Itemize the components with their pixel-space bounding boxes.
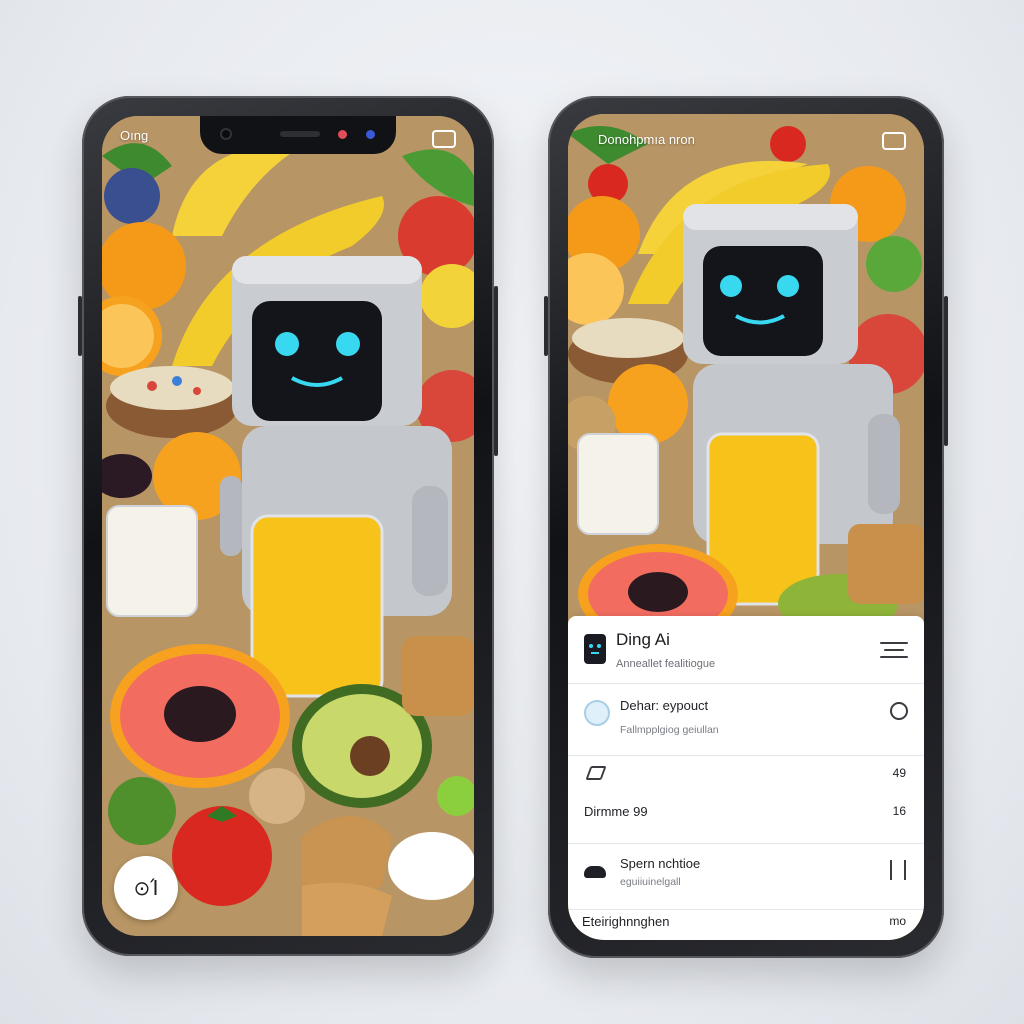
orange	[608, 364, 688, 444]
robot-face	[703, 246, 823, 356]
cereal	[572, 318, 684, 358]
robot-can-top	[232, 256, 422, 284]
juice-glass	[250, 514, 384, 698]
speaker-grille	[280, 131, 320, 137]
left-phone: Oıng ⊙Ί	[78, 96, 498, 956]
status-text: Oıng	[120, 128, 149, 143]
list-item[interactable]: Dehar: eypouct Fallmpplgiog geiullan	[568, 684, 924, 756]
lime	[866, 236, 922, 292]
robot-face	[252, 301, 382, 421]
avocado-pit	[350, 736, 390, 776]
robot-arm-left	[220, 476, 242, 556]
home-button[interactable]: ⊙Ί	[114, 856, 178, 920]
cloud-icon	[584, 866, 606, 878]
robot-eye-right	[777, 275, 799, 297]
card-header: Ding Ai Anneallet fealitiogue	[568, 616, 924, 684]
row-title: Dirmme 99	[584, 804, 648, 819]
cream-dish	[388, 832, 474, 900]
battery-icon	[432, 130, 456, 148]
cereal	[110, 366, 234, 410]
potato	[249, 768, 305, 824]
sensor-dot-red	[338, 130, 347, 139]
sensor-dot-blue	[366, 130, 375, 139]
volume-button[interactable]	[544, 296, 548, 356]
papaya-seeds	[628, 572, 688, 612]
row-value: 16	[892, 804, 906, 818]
app-subtitle: Anneallet fealitiogue	[616, 658, 716, 670]
food-robot-scene	[102, 116, 474, 936]
list-item[interactable]: Dirmme 99 16	[568, 796, 924, 844]
row-title: Spern nchtioe	[620, 856, 701, 871]
power-button[interactable]	[494, 286, 498, 456]
menu-icon[interactable]	[880, 640, 908, 660]
row-subtitle: eguiiuinelgall	[620, 876, 681, 888]
battery-icon	[882, 132, 906, 150]
papaya-seeds	[164, 686, 236, 742]
milk-glass	[106, 505, 198, 617]
robot-arm-right	[412, 486, 448, 596]
power-button[interactable]	[944, 296, 948, 446]
list-item[interactable]: 49	[568, 756, 924, 796]
app-title: Ding Ai	[616, 630, 670, 649]
front-camera-icon	[220, 128, 232, 140]
list-item[interactable]: Eteirighnnghen mo	[568, 910, 924, 940]
list-item[interactable]: Spern nchtioe eguiiuinelgall	[568, 844, 924, 910]
robot-eye-right	[336, 332, 360, 356]
robot-can-top	[683, 204, 858, 230]
status-text: Donohpmıa nron	[598, 132, 695, 147]
right-phone: Donohpmıa nron Ding Ai Anneallet fealiti…	[544, 96, 948, 958]
pencil-icon	[585, 766, 607, 780]
blueberry	[104, 168, 160, 224]
right-screen: Donohpmıa nron Ding Ai Anneallet fealiti…	[568, 114, 924, 940]
timer-icon[interactable]	[890, 702, 908, 720]
toast	[402, 636, 474, 716]
row-title: Eteirighnnghen	[582, 914, 670, 929]
cracker	[302, 882, 392, 936]
row-subtitle: Fallmpplgiog geiullan	[620, 724, 719, 736]
broccoli	[108, 777, 176, 845]
robot-eye-left	[720, 275, 742, 297]
volume-button[interactable]	[78, 296, 82, 356]
robot-arm-right	[868, 414, 900, 514]
home-button-label: ⊙Ί	[133, 876, 159, 900]
row-title: Dehar: eypouct	[620, 698, 709, 713]
droplet-icon	[584, 700, 610, 726]
row-value: mo	[889, 914, 906, 928]
notch	[200, 116, 396, 154]
strawberry	[770, 126, 806, 162]
sliders-icon[interactable]	[890, 860, 906, 880]
ai-assistant-card: Ding Ai Anneallet fealitiogue Dehar: eyp…	[568, 616, 924, 940]
row-value: 49	[892, 766, 906, 780]
robot-eye-left	[275, 332, 299, 356]
robot-face-icon	[584, 634, 606, 664]
milk-glass	[577, 433, 659, 535]
left-screen: Oıng ⊙Ί	[102, 116, 474, 936]
toast	[848, 524, 924, 604]
